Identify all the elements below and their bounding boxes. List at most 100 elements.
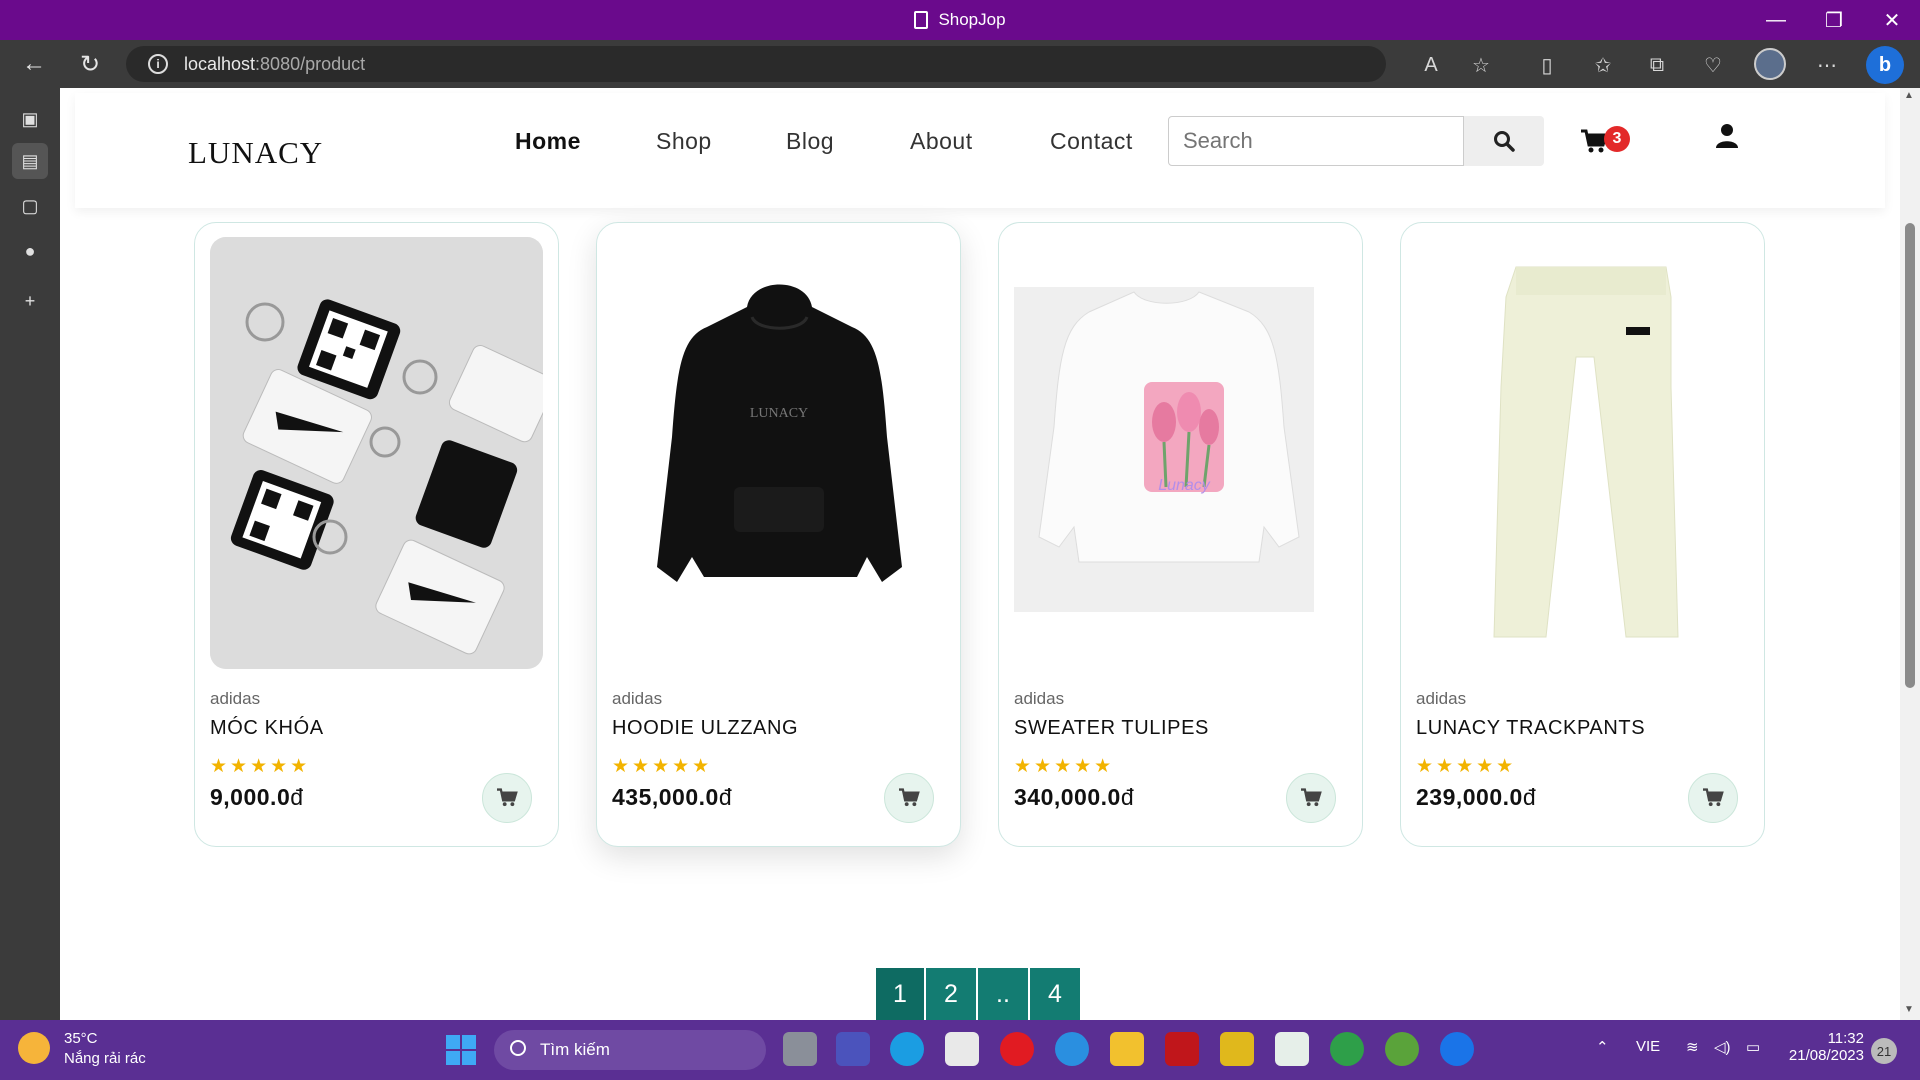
add-to-cart-button[interactable] [1286, 773, 1336, 823]
vscode-icon[interactable] [1220, 1032, 1254, 1066]
language-indicator[interactable]: VIE [1636, 1038, 1660, 1055]
copilot-icon[interactable]: b [1866, 46, 1904, 84]
info-icon[interactable]: i [148, 54, 168, 74]
price-currency: đ [290, 784, 304, 810]
system-clock[interactable]: 11:32 21/08/2023 [1784, 1030, 1864, 1064]
product-image[interactable] [210, 237, 543, 669]
tab-document-icon[interactable]: ▢ [12, 188, 48, 224]
store-icon[interactable] [945, 1032, 979, 1066]
svg-text:LUNACY: LUNACY [750, 406, 808, 421]
wifi-icon[interactable]: ≋ [1686, 1038, 1699, 1056]
product-image[interactable]: LUNACY [612, 237, 945, 669]
volume-icon[interactable]: ◁) [1714, 1038, 1731, 1056]
page-scrollbar[interactable]: ▲ ▼ [1900, 88, 1920, 1020]
product-name[interactable]: SWEATER TULIPES [1014, 717, 1209, 740]
minimize-icon[interactable]: — [1748, 0, 1804, 40]
product-name[interactable]: LUNACY TRACKPANTS [1416, 717, 1645, 740]
product-rating: ★★★★★ [210, 756, 311, 777]
notification-badge[interactable]: 21 [1871, 1038, 1897, 1064]
svg-text:Lunacy: Lunacy [1158, 477, 1211, 494]
weather-temp: 35°C [64, 1030, 98, 1047]
more-menu-icon[interactable]: ⋯ [1812, 50, 1842, 80]
clock-date: 21/08/2023 [1788, 1047, 1864, 1064]
notepad-icon[interactable] [1275, 1032, 1309, 1066]
back-icon[interactable]: ← [16, 46, 52, 82]
add-to-cart-button[interactable] [1688, 773, 1738, 823]
help-icon[interactable] [1055, 1032, 1089, 1066]
favorites-icon[interactable]: ✩ [1588, 50, 1618, 80]
product-brand: adidas [1014, 689, 1065, 708]
nav-blog[interactable]: Blog [786, 128, 910, 155]
product-image[interactable] [1416, 237, 1749, 669]
page-1-button[interactable]: 1 [876, 968, 924, 1020]
file-explorer-icon[interactable] [1110, 1032, 1144, 1066]
address-bar[interactable]: i localhost:8080/product [126, 46, 1386, 82]
cart-count-badge: 3 [1604, 126, 1630, 152]
mcafee-icon[interactable] [1165, 1032, 1199, 1066]
product-card[interactable]: adidas MÓC KHÓA ★★★★★ 9,000.0đ [194, 222, 559, 847]
page-icon [914, 11, 929, 29]
read-aloud-icon[interactable]: A [1416, 50, 1446, 80]
battery-icon[interactable]: ▭ [1746, 1038, 1760, 1056]
cart-icon [497, 788, 518, 807]
product-price: 239,000.0đ [1416, 784, 1536, 811]
split-screen-icon[interactable]: ▯ [1532, 50, 1562, 80]
chrome-icon[interactable] [1330, 1032, 1364, 1066]
price-value: 435,000.0 [612, 784, 719, 810]
github-icon[interactable]: ● [12, 233, 48, 269]
browser-essentials-icon[interactable]: ♡ [1698, 50, 1728, 80]
taskbar-search[interactable]: Tìm kiếm [494, 1030, 766, 1070]
site-logo[interactable]: LUNACY [188, 135, 323, 171]
window-title: ShopJop [938, 10, 1006, 29]
product-card[interactable]: adidas LUNACY TRACKPANTS ★★★★★ 239,000.0… [1400, 222, 1765, 847]
product-card[interactable]: LUNACY adidas HOODIE ULZZANG ★★★★★ 435,0… [596, 222, 961, 847]
cart-button[interactable]: 3 [1580, 123, 1636, 163]
close-icon[interactable]: ✕ [1864, 0, 1920, 40]
spring-tool-icon[interactable] [1385, 1032, 1419, 1066]
nav-contact[interactable]: Contact [1050, 128, 1133, 155]
collections-icon[interactable]: ⧉ [1642, 50, 1672, 80]
windows-start-icon[interactable] [446, 1035, 476, 1065]
nav-home[interactable]: Home [515, 128, 656, 155]
web-page: LUNACY Home Shop Blog About Contact 3 [60, 88, 1900, 1020]
profile-avatar[interactable] [1754, 48, 1786, 80]
page-ellipsis[interactable]: .. [978, 968, 1028, 1020]
account-button[interactable] [1715, 123, 1745, 159]
search-icon [1494, 131, 1515, 152]
windows-taskbar: 35°C Nắng rải rác Tìm kiếm ⌃ VIE ≋ ◁) ▭ … [0, 1020, 1920, 1080]
cart-icon [1703, 788, 1724, 807]
browser-toolbar: ← ↻ i localhost:8080/product A ☆ ▯ ✩ ⧉ ♡… [0, 40, 1920, 88]
pagination: 1 2 .. 4 [876, 968, 1080, 1020]
refresh-icon[interactable]: ↻ [72, 46, 108, 82]
scrollbar-thumb[interactable] [1905, 223, 1915, 688]
tab-actions-icon[interactable]: ▣ [12, 101, 48, 137]
tab-page-icon[interactable]: ▤ [12, 143, 48, 179]
new-tab-icon[interactable]: + [12, 283, 48, 319]
price-currency: đ [1522, 784, 1537, 810]
teams-icon[interactable] [836, 1032, 870, 1066]
search-button[interactable] [1464, 116, 1544, 166]
chevron-up-icon[interactable]: ⌃ [1596, 1038, 1609, 1056]
search-input[interactable] [1168, 116, 1464, 166]
add-to-cart-button[interactable] [482, 773, 532, 823]
product-rating: ★★★★★ [1416, 756, 1517, 777]
search-icon [510, 1040, 526, 1056]
add-to-cart-button[interactable] [884, 773, 934, 823]
restore-icon[interactable]: ❐ [1806, 0, 1862, 40]
page-4-button[interactable]: 4 [1030, 968, 1080, 1020]
zalo-icon[interactable] [1440, 1032, 1474, 1066]
scroll-down-icon[interactable]: ▼ [1904, 1004, 1914, 1015]
favorite-star-icon[interactable]: ☆ [1466, 50, 1496, 80]
nav-about[interactable]: About [910, 128, 1050, 155]
product-name[interactable]: HOODIE ULZZANG [612, 717, 798, 740]
product-name[interactable]: MÓC KHÓA [210, 717, 324, 740]
product-card[interactable]: Lunacy adidas SWEATER TULIPES ★★★★★ 340,… [998, 222, 1363, 847]
scroll-up-icon[interactable]: ▲ [1904, 90, 1914, 101]
edge-icon[interactable] [890, 1032, 924, 1066]
nav-shop[interactable]: Shop [656, 128, 786, 155]
product-brand: adidas [210, 689, 261, 708]
opera-icon[interactable] [1000, 1032, 1034, 1066]
task-view-icon[interactable] [783, 1032, 817, 1066]
product-image[interactable]: Lunacy [1014, 237, 1347, 669]
page-2-button[interactable]: 2 [926, 968, 976, 1020]
